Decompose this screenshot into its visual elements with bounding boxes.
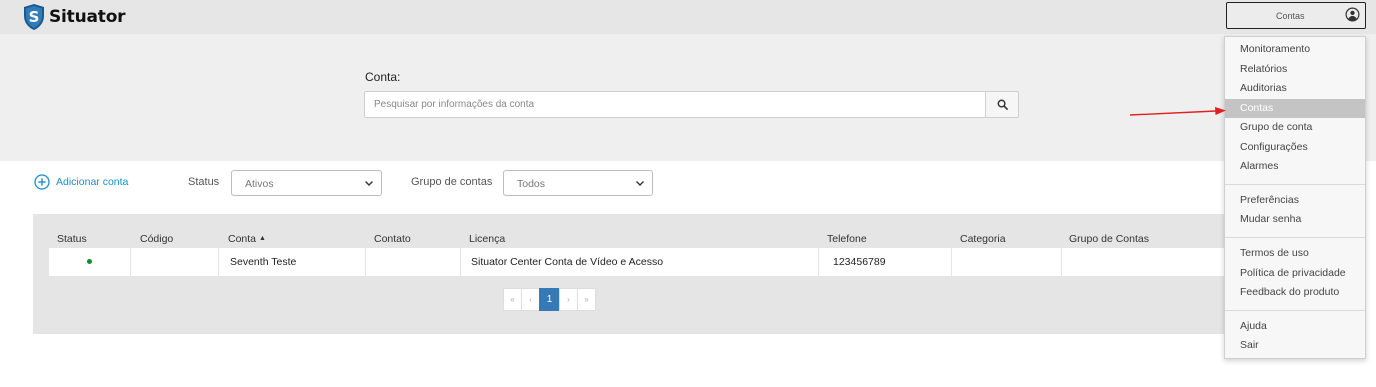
cell-categoria bbox=[952, 248, 1062, 276]
cell-codigo bbox=[131, 248, 219, 276]
column-header-conta[interactable]: Conta ▲ bbox=[228, 233, 266, 245]
group-filter-value: Todos bbox=[517, 178, 546, 190]
add-account-button[interactable]: Adicionar conta bbox=[34, 174, 128, 190]
column-header-status[interactable]: Status bbox=[57, 233, 87, 245]
add-account-label: Adicionar conta bbox=[56, 176, 129, 188]
menu-divider bbox=[1225, 310, 1365, 311]
chevron-down-icon bbox=[636, 181, 644, 186]
status-filter-select[interactable]: Ativos bbox=[231, 170, 382, 196]
table-row[interactable]: Seventh Teste Situator Center Conta de V… bbox=[49, 248, 1229, 276]
pagination-next-button[interactable]: › bbox=[559, 288, 578, 311]
column-header-licenca[interactable]: Licença bbox=[469, 233, 505, 245]
column-header-categoria[interactable]: Categoria bbox=[960, 233, 1006, 245]
column-header-conta-label: Conta bbox=[228, 233, 257, 245]
status-filter-label: Status bbox=[188, 176, 220, 188]
column-header-grupo[interactable]: Grupo de Contas bbox=[1069, 233, 1149, 245]
menu-item-alarmes[interactable]: Alarmes bbox=[1225, 157, 1365, 176]
column-header-telefone[interactable]: Telefone bbox=[827, 233, 867, 245]
pagination-page-button[interactable]: 1 bbox=[539, 288, 560, 311]
account-menu-button[interactable]: Contas bbox=[1226, 2, 1366, 29]
chevron-down-icon bbox=[365, 181, 373, 186]
menu-item-sair[interactable]: Sair bbox=[1225, 336, 1365, 355]
pagination: « ‹ 1 › » bbox=[503, 288, 596, 311]
app-name: Situator bbox=[49, 7, 126, 27]
status-filter-value: Ativos bbox=[245, 178, 274, 190]
search-button[interactable] bbox=[985, 91, 1019, 118]
menu-item-preferencias[interactable]: Preferências bbox=[1225, 191, 1365, 210]
user-circle-icon bbox=[1345, 7, 1360, 22]
menu-item-termos-de-uso[interactable]: Termos de uso bbox=[1225, 244, 1365, 263]
account-dropdown-menu: Monitoramento Relatórios Auditorias Cont… bbox=[1224, 36, 1366, 359]
pagination-prev-button[interactable]: ‹ bbox=[521, 288, 540, 311]
status-active-indicator bbox=[87, 259, 92, 264]
sort-ascending-icon: ▲ bbox=[258, 235, 266, 242]
top-bar: S Situator Contas bbox=[0, 0, 1376, 34]
pagination-last-button[interactable]: » bbox=[577, 288, 596, 311]
menu-item-monitoramento[interactable]: Monitoramento bbox=[1225, 40, 1365, 59]
menu-item-grupo-de-conta[interactable]: Grupo de conta bbox=[1225, 118, 1365, 137]
plus-circle-icon bbox=[34, 174, 50, 190]
cell-licenca: Situator Center Conta de Vídeo e Acesso bbox=[461, 248, 819, 276]
column-header-codigo[interactable]: Código bbox=[140, 233, 173, 245]
cell-status bbox=[49, 248, 131, 276]
menu-divider bbox=[1225, 237, 1365, 238]
menu-divider bbox=[1225, 184, 1365, 185]
menu-item-auditorias[interactable]: Auditorias bbox=[1225, 79, 1365, 98]
logo-letter: S bbox=[29, 8, 40, 26]
menu-item-relatorios[interactable]: Relatórios bbox=[1225, 60, 1365, 79]
search-icon bbox=[997, 99, 1008, 110]
cell-telefone-text: 123456789 bbox=[833, 256, 886, 268]
column-header-contato[interactable]: Contato bbox=[374, 233, 411, 245]
search-label: Conta: bbox=[365, 70, 401, 84]
search-input[interactable] bbox=[364, 91, 986, 118]
app-logo[interactable]: S Situator bbox=[22, 2, 126, 32]
group-filter-label: Grupo de contas bbox=[411, 176, 493, 188]
menu-item-contas[interactable]: Contas bbox=[1225, 99, 1365, 118]
account-menu-label: Contas bbox=[1276, 11, 1305, 21]
menu-item-configuracoes[interactable]: Configurações bbox=[1225, 138, 1365, 157]
shield-logo-icon: S bbox=[24, 4, 44, 30]
pagination-first-button[interactable]: « bbox=[503, 288, 522, 311]
cell-contato bbox=[366, 248, 461, 276]
group-filter-select[interactable]: Todos bbox=[503, 170, 653, 196]
cell-conta: Seventh Teste bbox=[219, 248, 366, 276]
menu-item-feedback-do-produto[interactable]: Feedback do produto bbox=[1225, 283, 1365, 302]
cell-conta-text: Seventh Teste bbox=[230, 256, 297, 268]
menu-item-ajuda[interactable]: Ajuda bbox=[1225, 317, 1365, 336]
cell-telefone: 123456789 bbox=[819, 248, 952, 276]
cell-grupo bbox=[1062, 248, 1229, 276]
menu-item-politica-de-privacidade[interactable]: Política de privacidade bbox=[1225, 264, 1365, 283]
cell-licenca-text: Situator Center Conta de Vídeo e Acesso bbox=[471, 256, 664, 268]
menu-item-mudar-senha[interactable]: Mudar senha bbox=[1225, 210, 1365, 229]
